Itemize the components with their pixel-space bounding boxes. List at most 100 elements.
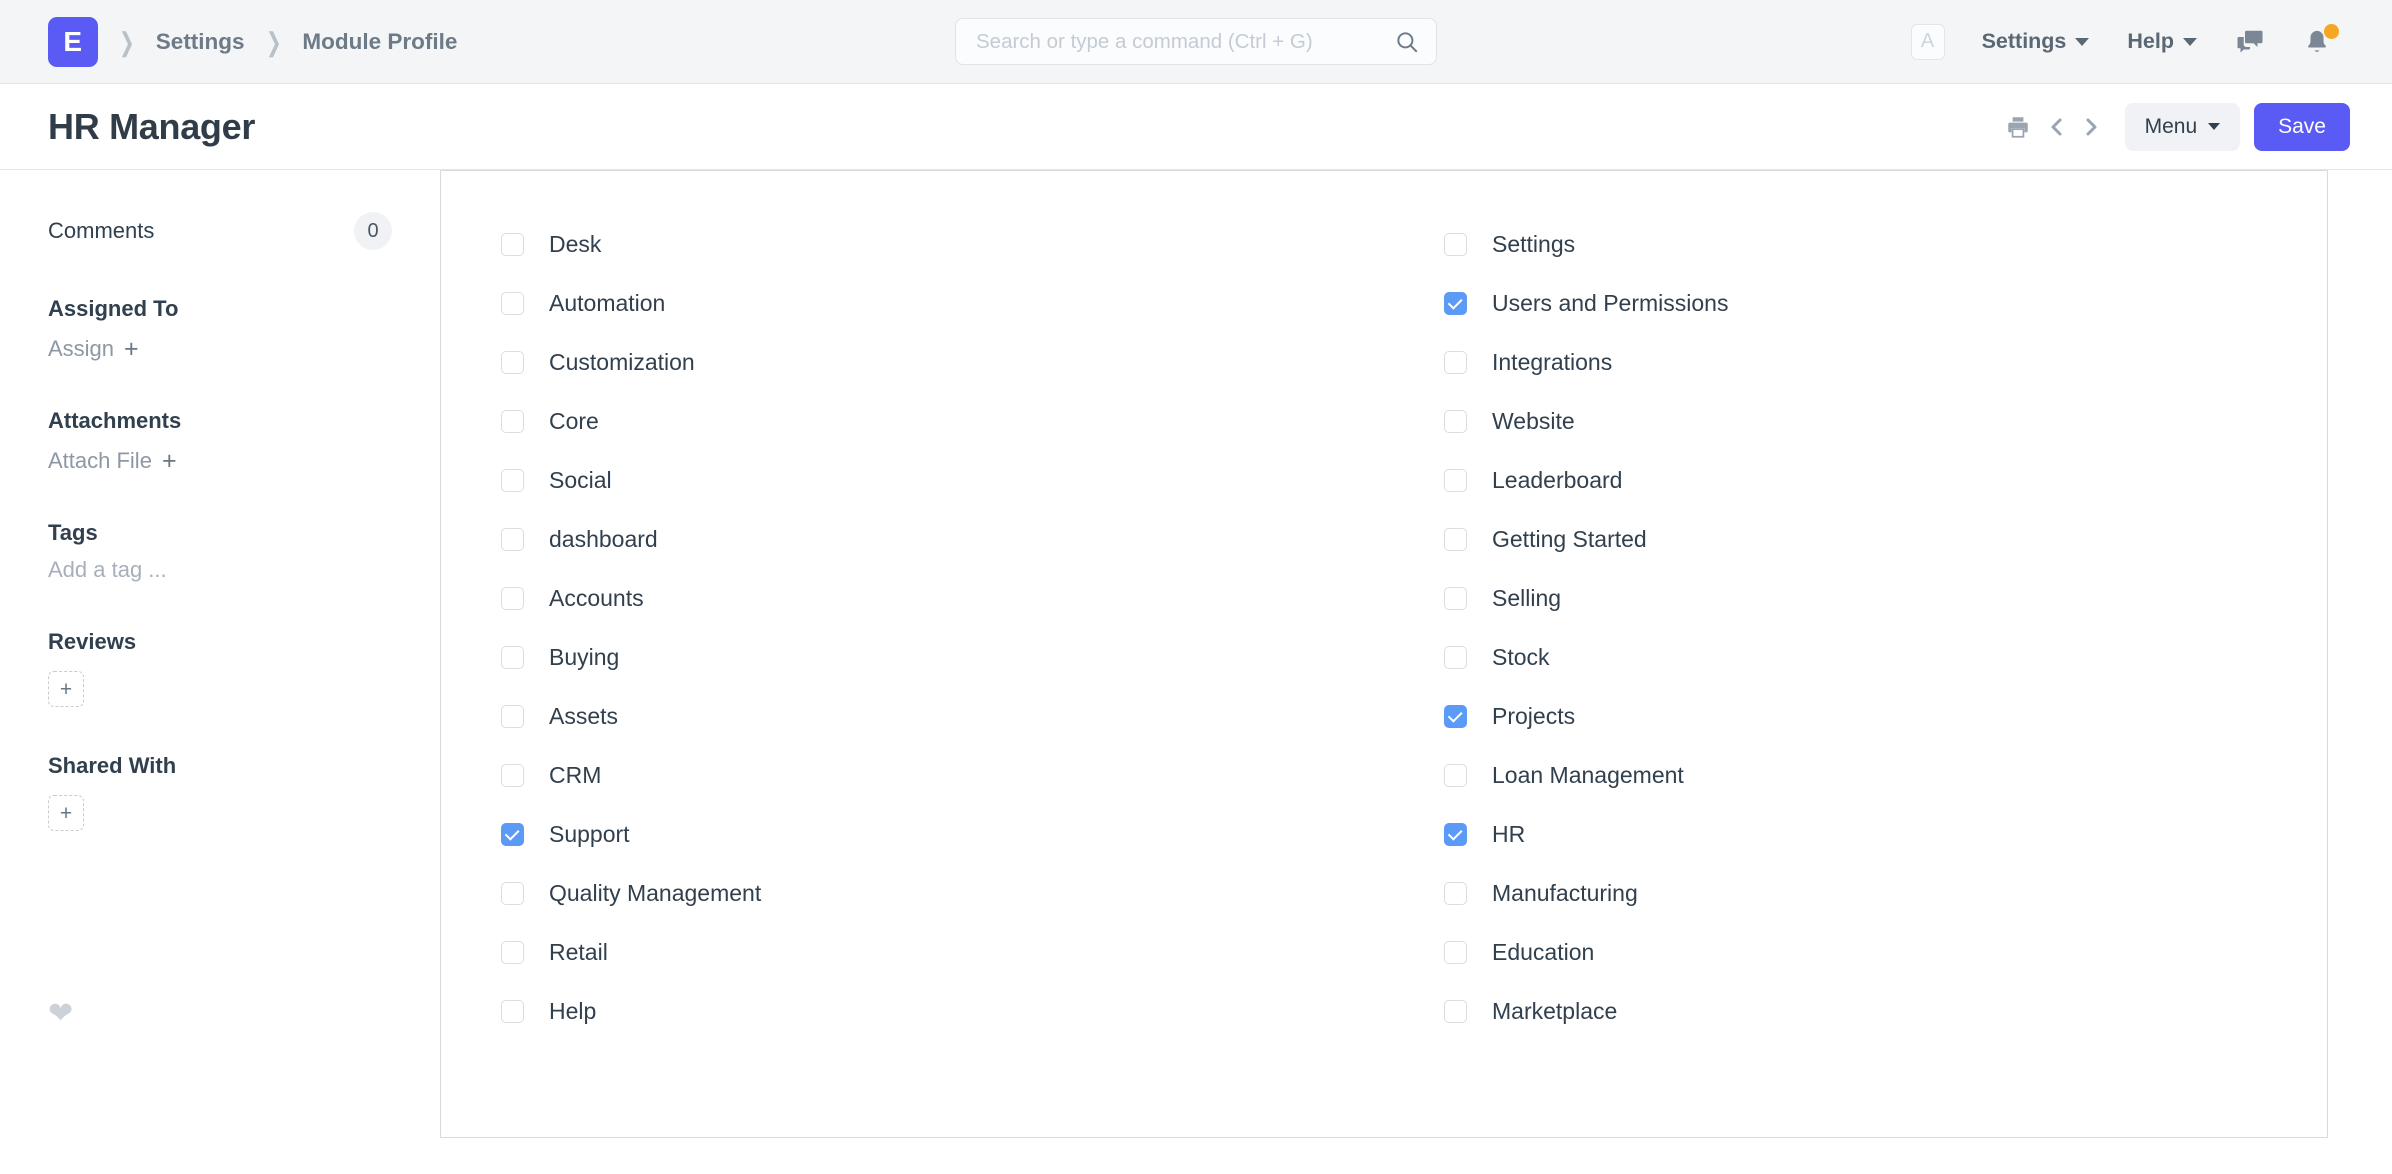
sidebar-section-comments: Comments 0 [48, 212, 392, 250]
module-checkbox-label: Buying [549, 644, 620, 670]
module-checkbox[interactable] [501, 823, 524, 846]
module-checkbox-row[interactable]: CRM [501, 756, 1384, 795]
like-heart-icon[interactable]: ❤ [48, 999, 73, 1029]
search-container [955, 18, 1437, 65]
next-record-icon[interactable] [2074, 114, 2108, 140]
comments-label[interactable]: Comments [48, 218, 154, 244]
module-checkbox-row[interactable]: Getting Started [1444, 520, 2327, 559]
module-checkbox[interactable] [1444, 233, 1467, 256]
module-checkbox-row[interactable]: Marketplace [1444, 992, 2327, 1031]
module-checkbox-row[interactable]: Quality Management [501, 874, 1384, 913]
nav-settings-dropdown[interactable]: Settings [1963, 29, 2109, 54]
module-checkbox-row[interactable]: Buying [501, 638, 1384, 677]
module-checkbox[interactable] [501, 882, 524, 905]
module-checkbox[interactable] [1444, 882, 1467, 905]
module-checkbox-label: Integrations [1492, 349, 1613, 375]
module-checkbox-label: Retail [549, 939, 608, 965]
add-shared-user-button[interactable]: + [48, 795, 84, 831]
notifications-bell-icon[interactable] [2284, 23, 2350, 57]
module-checkbox[interactable] [501, 764, 524, 787]
module-checkbox-row[interactable]: Desk [501, 225, 1384, 264]
module-checkbox[interactable] [501, 941, 524, 964]
module-checkbox-row[interactable]: Retail [501, 933, 1384, 972]
module-checkbox-row[interactable]: Leaderboard [1444, 461, 2327, 500]
add-review-button[interactable]: + [48, 671, 84, 707]
module-checkbox[interactable] [501, 587, 524, 610]
module-checkbox-row[interactable]: Education [1444, 933, 2327, 972]
module-checkbox[interactable] [1444, 823, 1467, 846]
add-tag-input[interactable]: Add a tag ... [48, 557, 392, 583]
module-checkbox[interactable] [1444, 587, 1467, 610]
module-checkbox[interactable] [1444, 469, 1467, 492]
module-checkbox[interactable] [1444, 764, 1467, 787]
module-checkbox[interactable] [1444, 351, 1467, 374]
module-checkbox[interactable] [501, 646, 524, 669]
page-header: HR Manager Menu Save [0, 84, 2392, 170]
module-checkbox-label: Automation [549, 290, 666, 316]
avatar[interactable]: A [1910, 23, 1945, 60]
module-checkbox-row[interactable]: Assets [501, 697, 1384, 736]
module-checkbox-label: Stock [1492, 644, 1550, 670]
module-checkbox[interactable] [1444, 292, 1467, 315]
module-checkbox[interactable] [1444, 410, 1467, 433]
save-button[interactable]: Save [2254, 102, 2350, 151]
previous-record-icon[interactable] [2040, 114, 2074, 140]
module-checkbox-row[interactable]: Selling [1444, 579, 2327, 618]
module-checkbox-row[interactable]: dashboard [501, 520, 1384, 559]
module-checkbox-row[interactable]: Stock [1444, 638, 2327, 677]
module-checkbox-row[interactable]: Core [501, 402, 1384, 441]
module-checkbox[interactable] [1444, 528, 1467, 551]
module-checkbox[interactable] [501, 292, 524, 315]
module-checkbox-label: Accounts [549, 585, 644, 611]
search-input[interactable] [976, 29, 1394, 54]
nav-settings-label: Settings [1981, 29, 2067, 53]
module-checkbox[interactable] [501, 469, 524, 492]
module-checkbox-row[interactable]: Loan Management [1444, 756, 2327, 795]
module-checkbox[interactable] [1444, 646, 1467, 669]
module-checkbox[interactable] [1444, 941, 1467, 964]
module-checkbox-row[interactable]: Social [501, 461, 1384, 500]
module-checkbox-row[interactable]: Automation [501, 284, 1384, 323]
module-checkbox-row[interactable]: Accounts [501, 579, 1384, 618]
plus-icon: + [161, 446, 177, 475]
module-checkbox[interactable] [1444, 705, 1467, 728]
sidebar-section-attachments: Attachments Attach File + [48, 408, 392, 474]
attach-file-button[interactable]: Attach File + [48, 448, 392, 474]
modules-left-column: Desk Automation Customization Core Social das… [441, 225, 1384, 1137]
chat-icon[interactable] [2216, 27, 2284, 57]
module-checkbox-label: Website [1492, 408, 1575, 434]
module-checkbox[interactable] [1444, 1000, 1467, 1023]
search-box[interactable] [955, 18, 1437, 65]
module-checkbox-row[interactable]: Website [1444, 402, 2327, 441]
module-checkbox-label: Social [549, 467, 612, 493]
breadcrumb-item-module-profile[interactable]: Module Profile [302, 29, 457, 55]
assign-button[interactable]: Assign + [48, 336, 392, 362]
module-checkbox-row[interactable]: HR [1444, 815, 2327, 854]
module-checkbox-row[interactable]: Integrations [1444, 343, 2327, 382]
module-checkbox-label: Getting Started [1492, 526, 1647, 552]
module-checkbox-row[interactable]: Manufacturing [1444, 874, 2327, 913]
module-checkbox-label: HR [1492, 821, 1526, 847]
module-checkbox[interactable] [501, 410, 524, 433]
chevron-down-icon [2075, 37, 2090, 46]
module-checkbox[interactable] [501, 528, 524, 551]
print-icon[interactable] [1996, 114, 2040, 140]
module-checkbox-row[interactable]: Projects [1444, 697, 2327, 736]
module-checkbox-row[interactable]: Customization [501, 343, 1384, 382]
app-logo[interactable]: E [48, 16, 98, 67]
module-checkbox-label: Loan Management [1492, 762, 1684, 788]
module-checkbox[interactable] [501, 233, 524, 256]
module-checkbox[interactable] [501, 1000, 524, 1023]
module-checkbox[interactable] [501, 351, 524, 374]
nav-help-dropdown[interactable]: Help [2108, 29, 2216, 54]
module-checkbox-label: Education [1492, 939, 1595, 965]
breadcrumb-item-settings[interactable]: Settings [156, 29, 245, 55]
module-checkbox-row[interactable]: Help [501, 992, 1384, 1031]
module-checkbox[interactable] [501, 705, 524, 728]
menu-button[interactable]: Menu [2124, 102, 2241, 151]
module-checkbox-row[interactable]: Support [501, 815, 1384, 854]
nav-help-label: Help [2127, 29, 2174, 53]
search-icon[interactable] [1394, 29, 1420, 55]
module-checkbox-row[interactable]: Users and Permissions [1444, 284, 2327, 323]
module-checkbox-row[interactable]: Settings [1444, 225, 2327, 264]
